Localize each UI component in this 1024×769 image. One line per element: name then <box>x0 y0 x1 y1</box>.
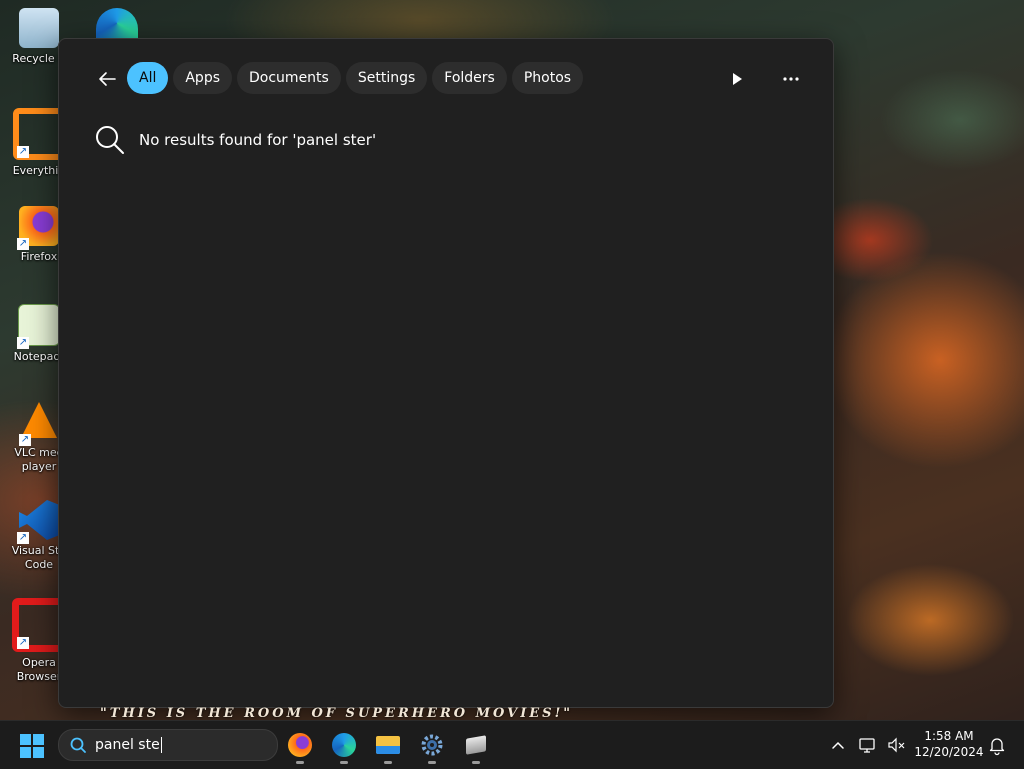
taskbar-app-file-explorer[interactable] <box>372 729 404 764</box>
filter-apps[interactable]: Apps <box>173 62 233 94</box>
notepad-plus-plus-icon: ↗ <box>17 304 60 349</box>
network-button[interactable] <box>858 735 880 755</box>
windows-logo-icon <box>20 734 31 745</box>
running-indicator <box>384 761 392 764</box>
filter-all[interactable]: All <box>127 62 169 94</box>
shortcut-arrow-icon: ↗ <box>17 146 29 158</box>
network-monitor-icon <box>859 738 875 753</box>
more-options-icon <box>783 77 799 81</box>
taskbar-app-edge[interactable] <box>328 729 360 764</box>
edge-icon <box>332 733 356 757</box>
settings-icon <box>421 734 443 756</box>
firefox-icon <box>288 733 312 757</box>
running-indicator <box>340 761 348 764</box>
shortcut-arrow-icon: ↗ <box>17 532 29 544</box>
filter-settings[interactable]: Settings <box>345 62 428 94</box>
search-icon <box>96 126 124 154</box>
file-explorer-icon <box>376 736 400 754</box>
bell-icon <box>989 738 1005 756</box>
filter-chips: All Apps Documents Settings Folders Phot… <box>127 62 584 94</box>
running-indicator <box>296 761 304 764</box>
filter-documents[interactable]: Documents <box>237 62 341 94</box>
notification-button[interactable] <box>986 734 1008 756</box>
show-hidden-icons-button[interactable] <box>828 735 848 755</box>
volume-muted-icon <box>888 737 905 753</box>
taskbar-app-settings[interactable] <box>416 729 448 764</box>
shortcut-arrow-icon: ↗ <box>17 337 29 349</box>
back-button[interactable] <box>95 67 119 91</box>
taskbar-search-input[interactable]: panel ste <box>58 729 278 761</box>
start-button[interactable] <box>20 734 44 758</box>
search-query-text: panel ste <box>95 737 160 753</box>
taskbar-app-firefox[interactable] <box>284 729 316 764</box>
recycle-bin-icon <box>19 8 59 48</box>
firefox-icon: ↗ <box>17 206 59 250</box>
running-indicator <box>428 761 436 764</box>
taskbar: panel ste 1:58 AM 12/20/2024 <box>0 720 1024 769</box>
package-icon <box>466 735 486 755</box>
play-icon <box>733 73 742 85</box>
search-icon <box>70 737 86 753</box>
wallpaper-banner-text: "THIS IS THE ROOM OF SUPERHERO MOVIES!" <box>100 706 574 720</box>
back-arrow-icon <box>99 72 116 86</box>
chevron-up-icon <box>832 741 844 749</box>
clock-date: 12/20/2024 <box>914 745 984 759</box>
volume-button[interactable] <box>886 735 906 755</box>
more-options-button[interactable] <box>779 67 803 91</box>
taskbar-clock[interactable]: 1:58 AM 12/20/2024 <box>912 728 986 760</box>
no-results-message: No results found for 'panel ster' <box>95 125 376 155</box>
clock-time: 1:58 AM <box>924 729 974 743</box>
no-results-text: No results found for 'panel ster' <box>139 131 377 149</box>
search-panel: All Apps Documents Settings Folders Phot… <box>58 38 834 708</box>
shortcut-arrow-icon: ↗ <box>19 434 31 446</box>
taskbar-app-package[interactable] <box>460 729 492 764</box>
edge-desktop-icon[interactable] <box>96 8 138 38</box>
shortcut-arrow-icon: ↗ <box>17 238 29 250</box>
play-button[interactable] <box>727 69 747 89</box>
vscode-icon: ↗ <box>17 500 59 544</box>
filter-folders[interactable]: Folders <box>432 62 507 94</box>
vlc-icon: ↗ <box>19 402 57 446</box>
running-indicator <box>472 761 480 764</box>
text-caret <box>160 737 162 753</box>
shortcut-arrow-icon: ↗ <box>17 637 29 649</box>
filter-photos[interactable]: Photos <box>511 62 584 94</box>
